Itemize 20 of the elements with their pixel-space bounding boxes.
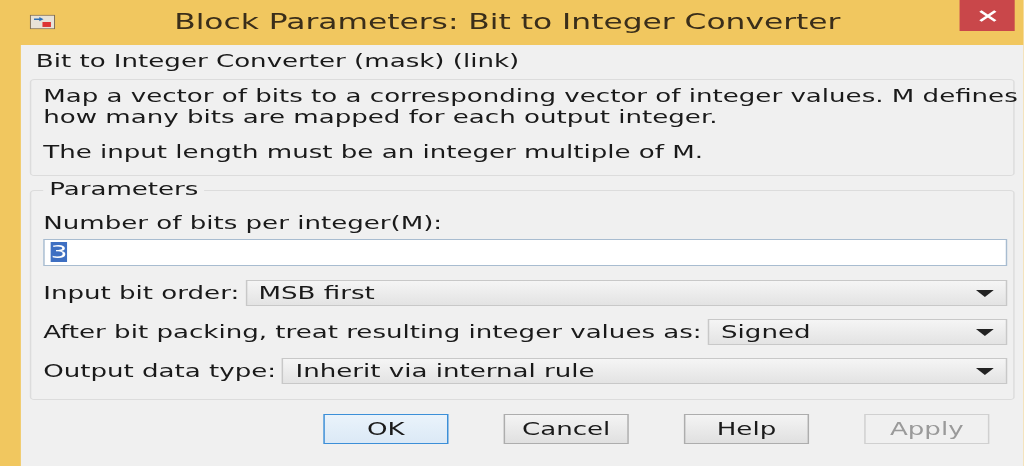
field-label: Output data type: (43, 361, 277, 381)
window-title: Block Parameters: Bit to Integer Converter (173, 10, 842, 34)
block-header: Bit to Integer Converter (mask) (link) (35, 51, 520, 71)
field-label: Number of bits per integer(M): (43, 213, 443, 233)
input-field[interactable]: 3 (43, 239, 1008, 266)
description-text: The input length must be an integer multiple of M. (43, 142, 705, 163)
dialog-button[interactable]: Cancel (503, 414, 629, 444)
description-text: Map a vector of bits to a corresponding vector of integer values. M defines how many bits are mapped for each output integer. (43, 86, 1019, 128)
dropdown[interactable]: Signed (707, 319, 1008, 345)
field-label: After bit packing, treat resulting integer values as: (43, 322, 702, 342)
caret-icon (975, 328, 994, 336)
dropdown[interactable]: MSB first (245, 280, 1008, 306)
caret-icon (975, 289, 994, 297)
field-label: Input bit order: (43, 283, 240, 303)
close-button[interactable] (959, 0, 1015, 31)
dropdown[interactable]: Inherit via internal rule (282, 358, 1008, 384)
dialog-button[interactable]: Help (683, 414, 810, 444)
caret-icon (975, 367, 994, 375)
app-icon (29, 12, 56, 32)
dialog-button[interactable]: OK (323, 414, 449, 444)
